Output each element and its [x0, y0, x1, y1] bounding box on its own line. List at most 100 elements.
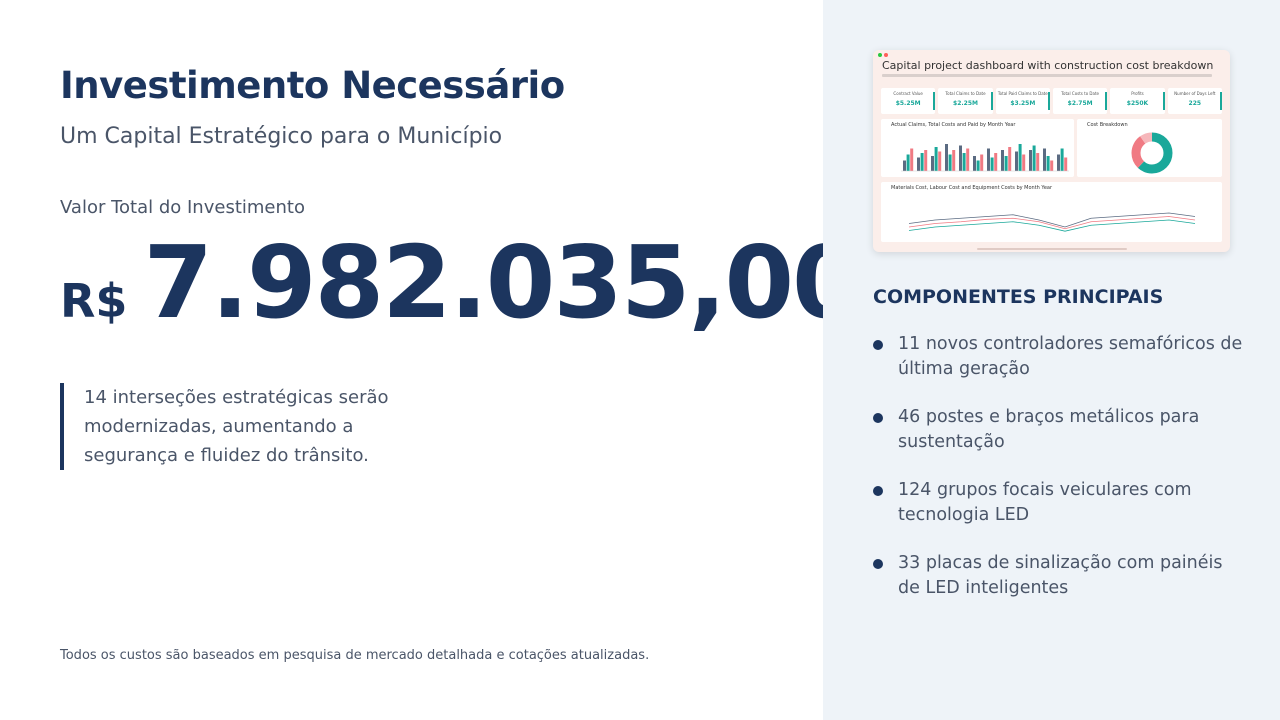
kpi-label: Contract Value — [893, 91, 923, 96]
kpi-accent — [933, 92, 936, 110]
bullet-icon — [873, 413, 883, 423]
kpi-row: Contract Value $5.25M Total Claims to Dat… — [881, 88, 1222, 114]
amount-value: 7.982.035,00 — [143, 224, 861, 341]
bar-mark — [1036, 153, 1040, 171]
kpi-value: $2.75M — [1067, 100, 1093, 107]
kpi-accent — [1219, 92, 1222, 110]
bar-chart-panel: Actual Claims, Total Costs and Paid by M… — [881, 119, 1074, 177]
bar-mark — [952, 150, 956, 171]
bar-chart-graphic — [901, 144, 1069, 172]
list-item-text: 33 placas de sinalização com painéis de … — [898, 553, 1223, 598]
right-section: Capital project dashboard with construct… — [823, 0, 1280, 720]
kpi-value: $250K — [1126, 100, 1149, 107]
bar-mark — [917, 157, 920, 171]
kpi-accent — [990, 92, 993, 110]
kpi-value: 225 — [1188, 100, 1202, 107]
kpi-card: Number of Days Left 225 — [1167, 88, 1222, 114]
list-item: 11 novos controladores semafóricos de úl… — [873, 332, 1243, 382]
list-item: 46 postes e braços metálicos para susten… — [873, 405, 1243, 455]
bar-mark — [976, 160, 980, 171]
left-section: Investimento Necessário Um Capital Estra… — [0, 0, 862, 720]
kpi-card: Total Claims to Date $2.25M — [938, 88, 993, 114]
dashboard-description — [882, 74, 1212, 77]
bar-mark — [1022, 154, 1026, 171]
page-title: Investimento Necessário — [60, 64, 565, 107]
kpi-card: Total Costs to Date $2.75M — [1052, 88, 1108, 114]
slide: Investimento Necessário Um Capital Estra… — [0, 0, 1280, 720]
kpi-label: Total Paid Claims to Date — [997, 91, 1048, 96]
bar-mark — [948, 154, 952, 171]
dashboard-thumbnail: Capital project dashboard with construct… — [873, 50, 1230, 252]
list-item: 33 placas de sinalização com painéis de … — [873, 551, 1243, 601]
bar-mark — [1050, 160, 1054, 171]
bar-mark — [980, 154, 984, 171]
bullet-icon — [873, 340, 883, 350]
bar-mark — [987, 148, 990, 171]
bar-mark — [966, 148, 970, 171]
bar-mark — [910, 148, 914, 171]
dashboard-footer — [873, 248, 1230, 250]
list-item-text: 11 novos controladores semafóricos de úl… — [898, 334, 1243, 379]
components-title: COMPONENTES PRINCIPAIS — [873, 286, 1164, 308]
donut-chart-panel: Cost Breakdown — [1077, 119, 1222, 177]
list-item: 124 grupos focais veiculares com tecnolo… — [873, 478, 1243, 528]
bar-mark — [1057, 154, 1060, 171]
window-dots — [878, 53, 888, 57]
line-chart-panel: Materials Cost, Labour Cost and Equipmen… — [881, 182, 1222, 242]
bar-mark — [903, 160, 906, 171]
total-investment-label: Valor Total do Investimento — [60, 197, 305, 218]
kpi-label: Total Claims to Date — [945, 91, 986, 96]
kpi-card: Contract Value $5.25M — [881, 88, 936, 114]
bar-mark — [1008, 147, 1012, 171]
bar-mark — [990, 157, 994, 171]
bar-mark — [920, 153, 924, 171]
bar-mark — [1060, 148, 1064, 171]
kpi-value: $2.25M — [953, 100, 978, 107]
bar-mark — [1046, 156, 1050, 171]
components-list: 11 novos controladores semafóricos de úl… — [873, 332, 1243, 624]
kpi-card: Profits $250K — [1110, 88, 1165, 114]
dashboard-footer-text — [976, 248, 1127, 250]
kpi-accent — [1047, 92, 1050, 110]
kpi-accent — [1105, 92, 1108, 110]
bar-mark — [1001, 150, 1004, 171]
bar-mark — [906, 154, 910, 171]
dashboard-title: Capital project dashboard with construct… — [882, 59, 1214, 72]
bar-mark — [962, 153, 966, 171]
bar-mark — [1029, 150, 1032, 171]
line-chart-graphic — [908, 212, 1196, 232]
kpi-label: Profits — [1131, 91, 1144, 96]
bar-mark — [973, 156, 976, 171]
window-dot-icon — [884, 53, 888, 57]
donut-chart-graphic — [1131, 132, 1173, 174]
kpi-label: Total Costs to Date — [1061, 91, 1099, 96]
bar-mark — [1015, 151, 1018, 171]
kpi-accent — [1162, 92, 1165, 110]
highlight-quote: 14 interseções estratégicas serão modern… — [60, 383, 444, 470]
bar-mark — [924, 150, 928, 171]
list-item-text: 46 postes e braços metálicos para susten… — [898, 407, 1200, 452]
bar-mark — [1043, 148, 1046, 171]
bar-mark — [959, 145, 962, 171]
bar-mark — [931, 156, 934, 171]
kpi-card: Total Paid Claims to Date $3.25M — [995, 88, 1050, 114]
kpi-value: $5.25M — [895, 100, 921, 107]
window-dot-icon — [878, 53, 882, 57]
footnote: Todos os custos são baseados em pesquisa… — [60, 648, 650, 663]
kpi-label: Number of Days Left — [1174, 91, 1216, 96]
bar-mark — [1032, 145, 1036, 171]
bar-mark — [1004, 156, 1008, 171]
bar-mark — [994, 153, 998, 171]
bullet-icon — [873, 559, 883, 569]
line-series — [908, 216, 1196, 230]
list-item-text: 124 grupos focais veiculares com tecnolo… — [898, 480, 1192, 525]
currency-symbol: R$ — [60, 274, 128, 328]
bar-mark — [934, 147, 938, 171]
kpi-value: $3.25M — [1010, 100, 1036, 107]
bar-mark — [945, 144, 948, 171]
page-subtitle: Um Capital Estratégico para o Município — [60, 124, 503, 149]
bar-mark — [938, 151, 942, 171]
bullet-icon — [873, 486, 883, 496]
bar-mark — [1064, 157, 1068, 171]
bar-mark — [1018, 144, 1022, 171]
